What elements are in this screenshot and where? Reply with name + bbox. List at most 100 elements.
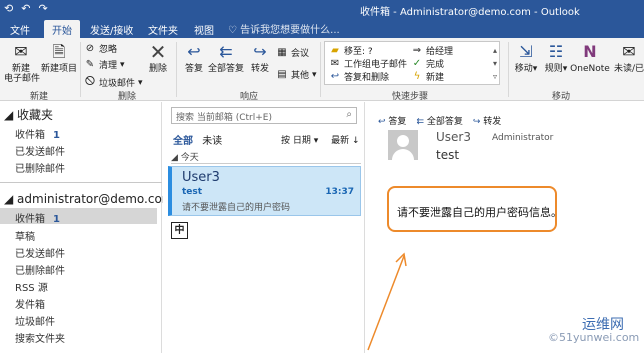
filter-all[interactable]: 全部 [173, 136, 193, 147]
folder-icon: ▰ [331, 45, 339, 56]
reading-sender: User3 [436, 130, 471, 144]
tab-view[interactable]: 视图 [186, 20, 222, 38]
gallery-scroll[interactable]: ▴ ▾ ▿ [493, 44, 497, 83]
nav-rss[interactable]: RSS 源 [15, 279, 48, 294]
sort-order[interactable]: 最新 ↓ [331, 136, 359, 146]
quick-access-toolbar: ⟲ ↶ ↷ [4, 2, 48, 15]
onenote-button[interactable]: N OneNote [570, 42, 610, 74]
nav-deleted[interactable]: 已删除邮件 [15, 262, 65, 277]
nav-fav-inbox[interactable]: 收件箱 1 [15, 126, 60, 141]
search-icon[interactable]: ⌕ [346, 109, 352, 120]
read-forward-button[interactable]: ↪ 转发 [473, 114, 501, 127]
unread-read-button[interactable]: ✉ 未读/已 [612, 42, 644, 74]
quick-step-team-email[interactable]: ✉ 工作组电子邮件 [329, 57, 407, 70]
read-reply-all-button[interactable]: ⇇ 全部答复 [416, 114, 462, 127]
quick-steps-gallery: ▰ 移至: ? ✉ 工作组电子邮件 ↩ 答复和删除 ⇒ 给经理 ✓ 完成 ϟ 新建 ▴ ▾ ▿ [324, 41, 500, 85]
nav-inbox[interactable]: 收件箱 1 [15, 210, 60, 225]
new-items-button[interactable]: 🗎 新建项目 [40, 42, 78, 74]
lightning-icon: ϟ [413, 71, 421, 82]
new-email-icon: ✉ [14, 42, 28, 61]
forward-icon: ↪ [472, 117, 481, 127]
ribbon-divider [508, 42, 509, 97]
nav-sent[interactable]: 已发送邮件 [15, 245, 65, 260]
nav-outbox[interactable]: 发件箱 [15, 296, 45, 311]
search-input[interactable]: 搜索 当前邮箱 (Ctrl+E) ⌕ [171, 107, 357, 124]
reply-delete-icon: ↩ [330, 71, 340, 82]
quick-step-new[interactable]: ϟ 新建 [411, 70, 444, 83]
quick-step-move-to[interactable]: ▰ 移至: ? [329, 44, 373, 57]
reply-all-icon: ⇇ [416, 117, 424, 127]
sync-icon[interactable]: ⟲ [4, 2, 13, 15]
tab-file[interactable]: 文件 [2, 20, 38, 38]
more-icon: ▤ [277, 69, 287, 80]
quick-step-done[interactable]: ✓ 完成 [411, 57, 444, 70]
mail-time: 13:37 [325, 187, 354, 197]
ribbon-divider [176, 42, 177, 97]
nav-divider [0, 182, 162, 183]
unread-icon: ✉ [622, 42, 636, 61]
ignore-icon: ⊘ [85, 43, 95, 54]
onenote-icon: N [583, 42, 597, 61]
quick-step-reply-delete[interactable]: ↩ 答复和删除 [329, 70, 389, 83]
ribbon-divider [80, 42, 81, 97]
quick-step-to-manager[interactable]: ⇒ 给经理 [411, 44, 453, 57]
ignore-button[interactable]: ⊘ 忽略 [84, 42, 117, 55]
reading-subject: test [436, 148, 460, 162]
reading-recipient: Administrator [492, 133, 554, 143]
tab-home[interactable]: 开始 [44, 20, 80, 38]
forward-icon: ↪ [253, 42, 267, 61]
read-reply-button[interactable]: ↩ 答复 [378, 114, 406, 127]
title-bar: ⟲ ↶ ↷ 收件箱 - Administrator@demo.com - Out… [0, 0, 644, 18]
forward-button[interactable]: ↪ 转发 [246, 42, 274, 74]
tell-me-search[interactable]: ♡ 告诉我您想要做什么... [228, 21, 340, 36]
nav-junk[interactable]: 垃圾邮件 [15, 313, 55, 328]
tab-folder[interactable]: 文件夹 [140, 20, 186, 38]
rules-icon: ☷ [548, 42, 564, 61]
sort-controls: 按 日期 ▾ 最新 ↓ [281, 133, 360, 146]
nav-search-folders[interactable]: 搜索文件夹 [15, 330, 65, 345]
move-icon: ⇲ [519, 42, 533, 61]
ribbon-divider [320, 42, 321, 97]
move-button[interactable]: ⇲ 移动▾ [512, 42, 540, 74]
delete-button[interactable]: ✕ 删除 [144, 42, 172, 74]
rules-button[interactable]: ☷ 规则▾ [542, 42, 570, 74]
reply-button[interactable]: ↩ 答复 [180, 42, 208, 74]
reply-all-button[interactable]: ⇇ 全部答复 [208, 42, 244, 74]
nav-fav-deleted[interactable]: 已删除邮件 [15, 160, 65, 175]
reply-icon: ↩ [187, 42, 201, 61]
check-icon: ✓ [412, 58, 422, 69]
window-title: 收件箱 - Administrator@demo.com - Outlook [360, 7, 580, 18]
new-email-button[interactable]: ✉ 新建 电子邮件 [4, 42, 40, 84]
nav-drafts[interactable]: 草稿 [15, 228, 35, 243]
meeting-icon: ▦ [277, 47, 287, 58]
mail-sender: User3 [182, 170, 220, 185]
team-email-icon: ✉ [330, 58, 340, 69]
nav-fav-sent[interactable]: 已发送邮件 [15, 143, 65, 158]
new-items-icon: 🗎 [52, 42, 66, 61]
favorites-header[interactable]: ◢ 收藏夹 [4, 106, 53, 123]
undo-icon[interactable]: ↶ [21, 2, 30, 15]
tab-send-receive[interactable]: 发送/接收 [82, 20, 141, 38]
sort-by-date[interactable]: 按 日期 ▾ [281, 136, 318, 146]
reading-actions: ↩ 答复 ⇇ 全部答复 ↪ 转发 [378, 114, 501, 127]
clean-icon: ✎ [85, 59, 95, 70]
ime-indicator[interactable]: 中 [171, 222, 188, 239]
ribbon-tabs: 文件 开始 发送/接收 文件夹 视图 ♡ 告诉我您想要做什么... [0, 18, 644, 38]
meeting-button[interactable]: ▦ 会议 [276, 46, 309, 59]
mail-preview: 请不要泄露自己的用户密码 [182, 203, 291, 213]
clean-button[interactable]: ✎ 清理 ▾ [84, 58, 125, 71]
filter-bar: 全部 未读 [173, 132, 222, 147]
account-header[interactable]: ◢ administrator@demo.com [4, 192, 173, 206]
annotation-arrow [367, 252, 407, 351]
more-respond-button[interactable]: ▤ 其他 ▾ [276, 68, 316, 81]
group-header-today[interactable]: ◢ 今天 [171, 150, 361, 164]
filter-unread[interactable]: 未读 [202, 136, 222, 147]
avatar [388, 130, 418, 160]
folder-pane: ◢ 收藏夹 收件箱 1 已发送邮件 已删除邮件 ◢ administrator@d… [0, 102, 173, 353]
ribbon: ✉ 新建 电子邮件 🗎 新建项目 新建 ⊘ 忽略 ✎ 清理 ▾ 🛇 垃圾邮件 ▾ ✕ 删除… [0, 38, 644, 102]
redo-icon[interactable]: ↷ [38, 2, 47, 15]
message-list-pane: 搜索 当前邮箱 (Ctrl+E) ⌕ 全部 未读 按 日期 ▾ 最新 ↓ ◢ 今… [163, 102, 365, 353]
list-item[interactable]: User3 test 13:37 请不要泄露自己的用户密码 [168, 166, 361, 216]
group-quick-label: 快速步骤 [392, 92, 429, 102]
mail-subject: test [182, 187, 203, 197]
